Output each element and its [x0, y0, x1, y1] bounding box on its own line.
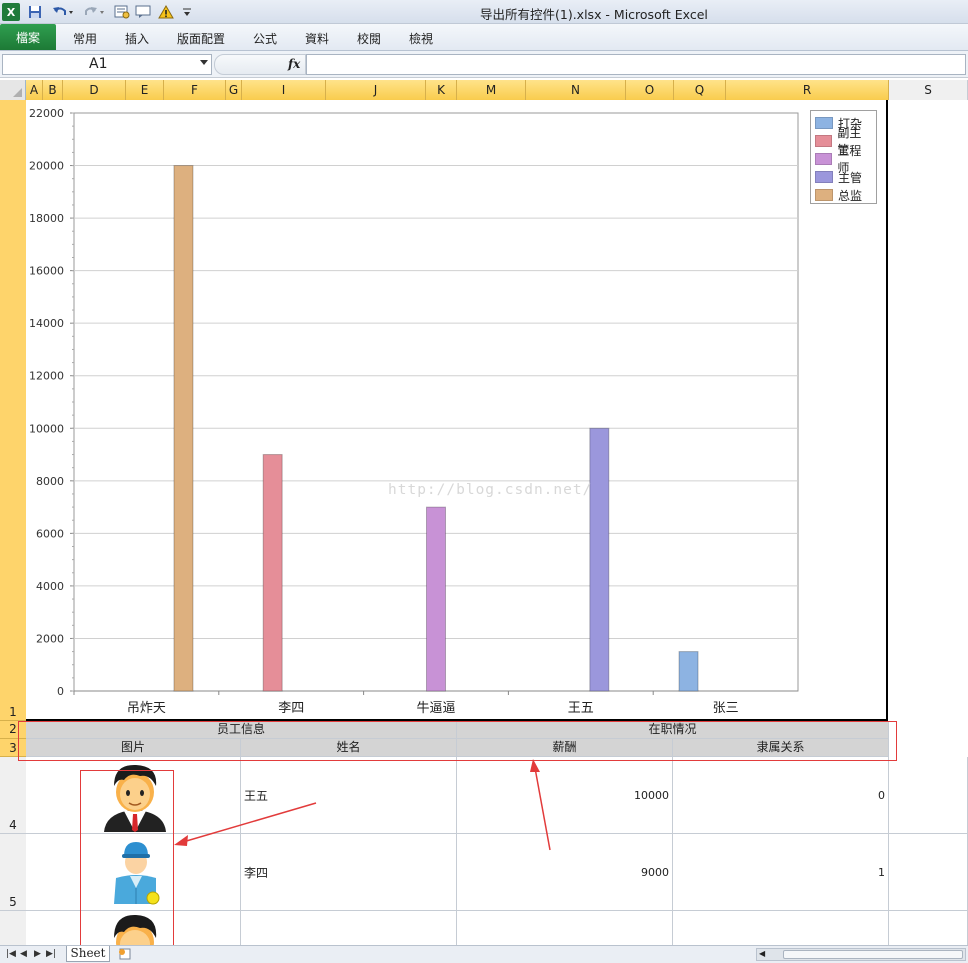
annotation-arrows: [174, 759, 551, 851]
scrollbar-thumb[interactable]: [783, 950, 963, 959]
arrow-head: [530, 759, 540, 772]
horizontal-scrollbar[interactable]: ◀: [756, 948, 966, 961]
prev-sheet-icon[interactable]: ◀: [20, 949, 27, 959]
sheet-tab-sheet[interactable]: Sheet: [66, 946, 110, 962]
sheet-tabs-bar: |◀ ◀ ▶ ▶| Sheet ◀: [0, 945, 968, 963]
arrow-head: [174, 835, 188, 846]
insert-sheet-icon[interactable]: [116, 947, 136, 961]
scroll-left-icon[interactable]: ◀: [759, 949, 765, 958]
first-sheet-icon[interactable]: |◀: [6, 949, 16, 959]
next-sheet-icon[interactable]: ▶: [34, 949, 41, 959]
arrow-line: [534, 767, 551, 851]
arrow-line: [182, 802, 317, 843]
last-sheet-icon[interactable]: ▶|: [46, 949, 56, 959]
